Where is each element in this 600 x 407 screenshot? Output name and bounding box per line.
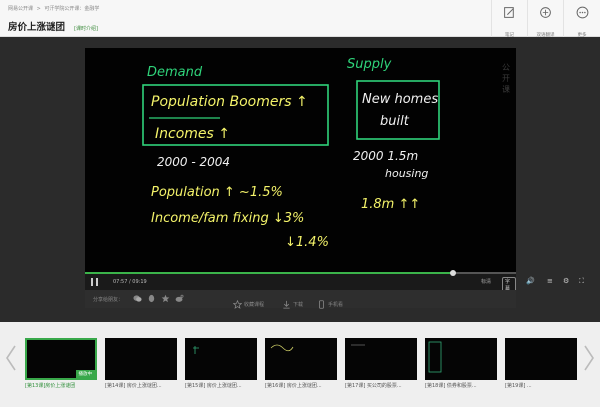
board-supply-line2: built [380, 114, 410, 129]
favorite-label: 收藏课程 [244, 302, 265, 308]
playlist-item-caption: [第13课]房价上涨谜团 [25, 383, 76, 389]
video-player[interactable]: Demand Population Boomers ↑ Incomes ↑ Su… [85, 48, 516, 278]
board-supply-line1: New homes [362, 92, 438, 107]
board-supply-value: 1.8m ↑↑ [361, 197, 420, 212]
weibo-icon[interactable] [175, 294, 184, 303]
thumbnail-image [185, 338, 257, 380]
top-header: 网易公开课 > 可汗学院公开课：金融学 房价上涨谜团 [课时介绍] 笔记 双语翻… [0, 0, 600, 38]
board-supply-box [356, 80, 440, 140]
thumbnail-image [425, 338, 497, 380]
board-income-line2: ↓1.4% [285, 235, 329, 250]
board-demand-line2: Incomes ↑ [155, 126, 230, 142]
translate-icon [540, 7, 551, 18]
thumbnail-image [265, 338, 337, 380]
breadcrumb-separator: > [36, 6, 41, 12]
mobile-watch-button[interactable]: 手机看 [317, 294, 343, 309]
quality-selector[interactable]: 标清 [481, 278, 491, 285]
playing-badge: 播放中 [75, 370, 95, 378]
playlist-item[interactable]: [第18课] 债券和股票... [425, 338, 497, 392]
thumbnail-image [505, 338, 577, 380]
board-supply-title: Supply [347, 57, 392, 72]
wechat-icon[interactable] [133, 294, 142, 303]
chevron-right-icon[interactable] [582, 344, 596, 372]
star-share-icon[interactable] [161, 294, 170, 303]
playlist-item[interactable]: [第19课] ... [505, 338, 577, 392]
mobile-icon [319, 300, 324, 309]
board-years-right: 2000 1.5m [353, 149, 418, 163]
progress-handle[interactable] [449, 270, 456, 276]
mobile-label: 手机看 [328, 302, 344, 308]
more-button[interactable]: 更多 [563, 0, 600, 38]
playlist-strip: 播放中 [第13课]房价上涨谜团 [第14课] 房价上涨谜团... [第15课]… [0, 322, 600, 407]
thumbnail-image [105, 338, 177, 380]
time-display: 07:57 / 09:19 [113, 279, 147, 285]
speed-icon[interactable]: ≡ [547, 277, 553, 285]
chevron-left-icon[interactable] [4, 344, 18, 372]
board-demand-title: Demand [147, 65, 203, 80]
board-income-line: Income/fam fixing ↓3% [151, 211, 304, 226]
playlist-item[interactable]: [第17课] 买公司的股票... [345, 338, 417, 392]
playlist-item-caption: [第16课] 房价上涨谜团... [265, 383, 322, 389]
playlist-item-caption: [第17课] 买公司的股票... [345, 383, 402, 389]
download-icon [283, 300, 290, 309]
volume-icon[interactable]: 🔊 [526, 277, 535, 285]
playlist-item[interactable]: [第15课] 房价上涨谜团... [185, 338, 257, 392]
progress-fill [85, 272, 453, 274]
breadcrumb-course[interactable]: 可汗学院公开课：金融学 [44, 6, 99, 12]
download-button[interactable]: 下载 [282, 294, 303, 309]
video-watermark: 公开课 [502, 63, 510, 94]
qq-icon[interactable] [147, 294, 156, 303]
board-housing: housing [385, 167, 428, 180]
lesson-intro-link[interactable]: [课时介绍] [74, 26, 98, 32]
board-demand-line1: Population Boomers ↑ [151, 94, 308, 110]
share-label: 分享给朋友： [93, 297, 124, 303]
chalkboard: Demand Population Boomers ↑ Incomes ↑ Su… [142, 57, 440, 250]
playlist-item-caption: [第19课] ... [505, 383, 532, 389]
playlist-item-caption: [第15课] 房价上涨谜团... [185, 383, 242, 389]
thumbnail-image [345, 338, 417, 380]
settings-icon[interactable]: ⚙ [563, 277, 569, 285]
player-controls: 07:57 / 09:19 标清 字幕 🔊 ≡ ⚙ ⛶ [85, 270, 584, 293]
favorite-course-button[interactable]: 收藏课程 [232, 294, 264, 309]
playlist-item[interactable]: [第16课] 房价上涨谜团... [265, 338, 337, 392]
board-population-line: Population ↑ ~1.5% [151, 185, 283, 200]
download-label: 下载 [293, 302, 304, 308]
playlist-item-caption: [第18课] 债券和股票... [425, 383, 477, 389]
fullscreen-icon[interactable]: ⛶ [579, 277, 584, 286]
board-years-left: 2000 - 2004 [157, 155, 230, 169]
action-bar: 分享给朋友： 收藏课程 下载 手机看 [85, 290, 516, 309]
playlist-item[interactable]: [第14课] 房价上涨谜团... [105, 338, 177, 392]
translate-button[interactable]: 双语翻译 [527, 0, 563, 38]
playlist-item[interactable]: 播放中 [第13课]房价上涨谜团 [25, 338, 97, 392]
progress-bar[interactable] [85, 270, 516, 276]
pause-button[interactable] [91, 278, 98, 286]
page-title: 房价上涨谜团 [8, 22, 66, 33]
playlist-item-caption: [第14课] 房价上涨谜团... [105, 383, 162, 389]
edit-icon [504, 7, 514, 18]
player-stage: Demand Population Boomers ↑ Incomes ↑ Su… [0, 38, 600, 322]
breadcrumb: 网易公开课 > 可汗学院公开课：金融学 [8, 5, 101, 12]
notes-button[interactable]: 笔记 [491, 0, 527, 38]
more-icon [576, 6, 588, 19]
breadcrumb-home[interactable]: 网易公开课 [8, 6, 33, 12]
star-icon [232, 299, 243, 309]
thumbnail-image: 播放中 [25, 338, 97, 380]
